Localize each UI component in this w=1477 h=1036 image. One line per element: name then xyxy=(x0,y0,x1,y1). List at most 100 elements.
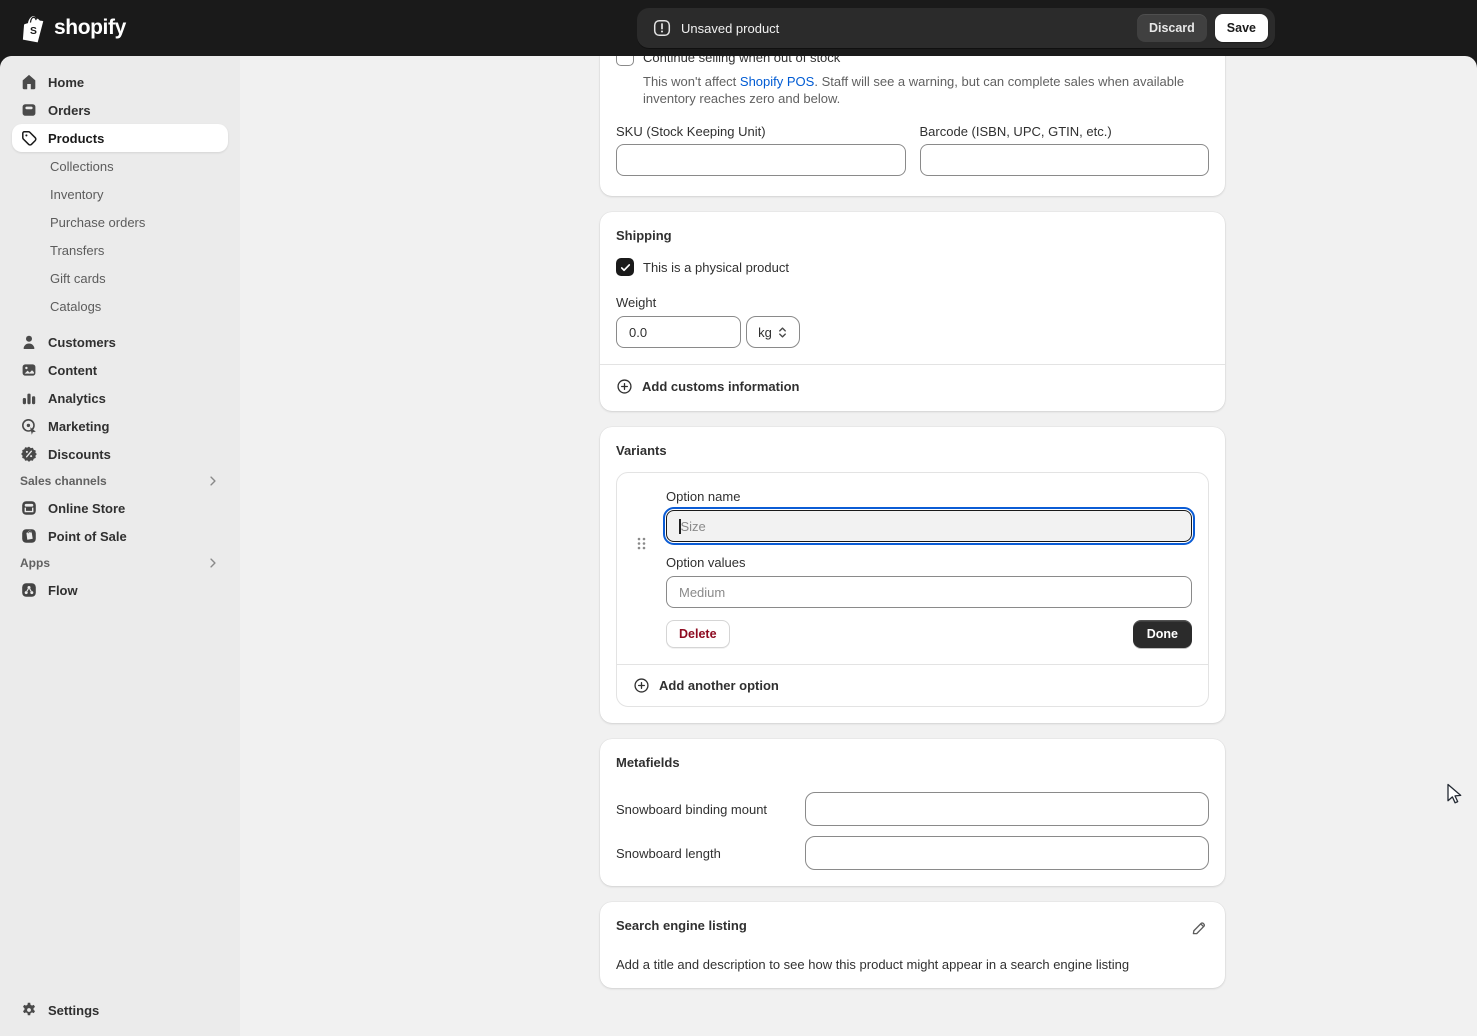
sidebar-item-discounts[interactable]: Discounts xyxy=(12,440,228,468)
shopify-wordmark: shopify xyxy=(54,16,126,40)
shopify-bag-icon: S xyxy=(22,14,48,43)
seo-title: Search engine listing xyxy=(616,918,747,933)
sidebar-item-content[interactable]: Content xyxy=(12,356,228,384)
sidebar-item-label: Orders xyxy=(48,103,91,118)
discard-button[interactable]: Discard xyxy=(1137,14,1207,42)
sidebar-item-orders[interactable]: Orders xyxy=(12,96,228,124)
done-button[interactable]: Done xyxy=(1133,620,1192,648)
sidebar-item-marketing[interactable]: Marketing xyxy=(12,412,228,440)
shipping-title: Shipping xyxy=(616,228,1209,243)
orders-icon xyxy=(20,101,38,119)
sidebar-item-home[interactable]: Home xyxy=(12,68,228,96)
shopify-logo[interactable]: S shopify xyxy=(22,14,126,43)
chevron-right-icon xyxy=(206,556,220,570)
metafield-label: Snowboard binding mount xyxy=(616,802,805,817)
variant-option-editor: Option name Size Option values Delete Do… xyxy=(616,472,1209,707)
flow-app-icon xyxy=(20,581,38,599)
plus-circle-icon xyxy=(616,378,633,395)
option-values-label: Option values xyxy=(666,555,1192,570)
sidebar-item-label: Online Store xyxy=(48,501,125,516)
seo-description: Add a title and description to see how t… xyxy=(616,957,1209,972)
save-bar-status: Unsaved product xyxy=(681,21,779,36)
main-content: Continue selling when out of stock This … xyxy=(240,56,1477,1036)
add-customs-info-button[interactable]: Add customs information xyxy=(616,365,1209,395)
option-name-label: Option name xyxy=(666,489,1192,504)
physical-product-label: This is a physical product xyxy=(643,260,789,275)
unsaved-alert-icon xyxy=(653,19,671,37)
sidebar-item-inventory[interactable]: Inventory xyxy=(12,180,228,208)
content-icon xyxy=(20,361,38,379)
sidebar-item-point-of-sale[interactable]: Point of Sale xyxy=(12,522,228,550)
app-frame: Home Orders Products Collections Invento… xyxy=(0,56,1477,1036)
sidebar-item-label: Marketing xyxy=(48,419,109,434)
point-of-sale-icon xyxy=(20,527,38,545)
sidebar-item-label: Customers xyxy=(48,335,116,350)
sidebar-item-label: Point of Sale xyxy=(48,529,127,544)
gear-icon xyxy=(20,1001,38,1019)
sidebar-item-label: Products xyxy=(48,131,104,146)
drag-handle[interactable] xyxy=(617,489,666,648)
sidebar-item-flow[interactable]: Flow xyxy=(12,576,228,604)
sidebar-item-label: Discounts xyxy=(48,447,111,462)
chevron-right-icon xyxy=(206,474,220,488)
sort-chevrons-icon xyxy=(777,326,788,339)
sidebar-item-settings[interactable]: Settings xyxy=(12,996,228,1024)
contextual-save-bar: Unsaved product Discard Save xyxy=(637,8,1275,48)
sales-channels-header[interactable]: Sales channels xyxy=(12,468,228,494)
option-value-input[interactable] xyxy=(666,576,1192,608)
sidebar-nav: Home Orders Products Collections Invento… xyxy=(0,56,240,604)
metafield-label: Snowboard length xyxy=(616,846,805,861)
snowboard-length-input[interactable] xyxy=(805,836,1209,870)
metafields-card: Metafields Snowboard binding mount Snowb… xyxy=(600,739,1225,886)
option-name-input[interactable]: Size xyxy=(666,510,1192,542)
continue-selling-checkbox[interactable] xyxy=(616,56,634,66)
sidebar-item-customers[interactable]: Customers xyxy=(12,328,228,356)
barcode-input[interactable] xyxy=(920,144,1210,176)
sidebar-item-purchase-orders[interactable]: Purchase orders xyxy=(12,208,228,236)
barcode-label: Barcode (ISBN, UPC, GTIN, etc.) xyxy=(920,124,1210,139)
add-another-option-button[interactable]: Add another option xyxy=(617,665,1208,706)
shipping-card: Shipping This is a physical product Weig… xyxy=(600,212,1225,411)
tag-icon xyxy=(20,129,38,147)
delete-option-button[interactable]: Delete xyxy=(666,620,730,648)
sidebar-item-gift-cards[interactable]: Gift cards xyxy=(12,264,228,292)
sidebar-item-collections[interactable]: Collections xyxy=(12,152,228,180)
sidebar-item-catalogs[interactable]: Catalogs xyxy=(12,292,228,320)
sidebar-item-transfers[interactable]: Transfers xyxy=(12,236,228,264)
variants-card: Variants Option name Size Option va xyxy=(600,427,1225,723)
customers-icon xyxy=(20,333,38,351)
inventory-card: Continue selling when out of stock This … xyxy=(600,56,1225,196)
snowboard-binding-mount-input[interactable] xyxy=(805,792,1209,826)
physical-product-checkbox[interactable] xyxy=(616,258,634,276)
continue-selling-label: Continue selling when out of stock xyxy=(643,56,840,65)
sidebar: Home Orders Products Collections Invento… xyxy=(0,56,240,1036)
sidebar-item-label: Home xyxy=(48,75,84,90)
topbar: S shopify Unsaved product Discard Save xyxy=(0,0,1477,56)
weight-label: Weight xyxy=(616,295,1209,310)
sidebar-item-label: Flow xyxy=(48,583,78,598)
marketing-icon xyxy=(20,417,38,435)
sidebar-item-label: Analytics xyxy=(48,391,106,406)
sidebar-item-label: Content xyxy=(48,363,97,378)
sku-label: SKU (Stock Keeping Unit) xyxy=(616,124,906,139)
pencil-icon xyxy=(1190,920,1207,937)
weight-input[interactable] xyxy=(616,316,741,348)
save-button[interactable]: Save xyxy=(1215,14,1268,42)
apps-header[interactable]: Apps xyxy=(12,550,228,576)
seo-card: Search engine listing Add a title and de… xyxy=(600,902,1225,988)
continue-selling-help: This won't affect Shopify POS. Staff wil… xyxy=(643,73,1209,107)
svg-text:S: S xyxy=(30,26,37,37)
variants-title: Variants xyxy=(616,443,1209,458)
edit-seo-button[interactable] xyxy=(1188,918,1209,942)
online-store-icon xyxy=(20,499,38,517)
discount-icon xyxy=(20,445,38,463)
shopify-pos-link[interactable]: Shopify POS xyxy=(740,74,814,89)
home-icon xyxy=(20,73,38,91)
weight-unit-select[interactable]: kg xyxy=(746,316,800,348)
sku-input[interactable] xyxy=(616,144,906,176)
analytics-icon xyxy=(20,389,38,407)
sidebar-item-online-store[interactable]: Online Store xyxy=(12,494,228,522)
plus-circle-icon xyxy=(633,677,650,694)
sidebar-item-analytics[interactable]: Analytics xyxy=(12,384,228,412)
sidebar-item-products[interactable]: Products xyxy=(12,124,228,152)
